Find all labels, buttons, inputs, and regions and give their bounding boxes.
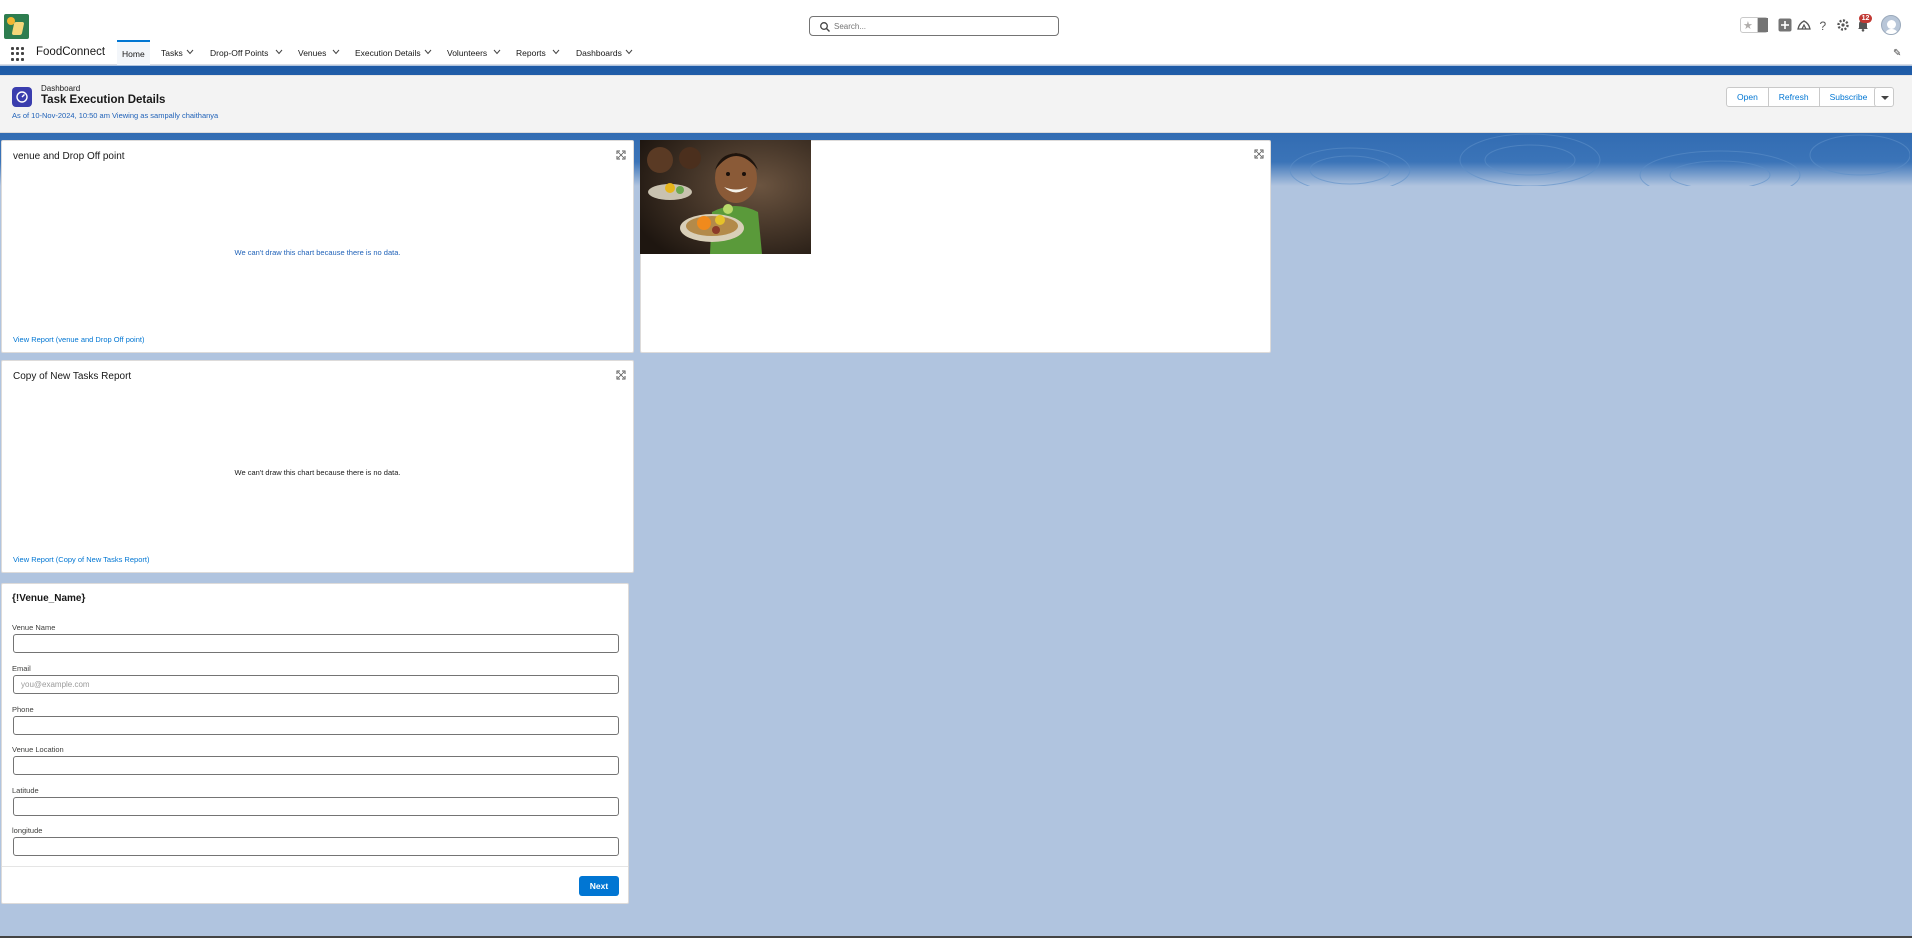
- dashboard-actions: Open Refresh Subscribe: [1726, 87, 1879, 107]
- widget-title: venue and Drop Off point: [13, 151, 125, 162]
- venue-name-field[interactable]: [13, 634, 619, 653]
- edit-nav-pencil-icon[interactable]: ✎: [1893, 48, 1901, 59]
- nav-item-label: Execution Details: [355, 47, 421, 58]
- favorites-group[interactable]: ★: [1740, 17, 1768, 33]
- phone-field[interactable]: [13, 716, 619, 735]
- global-header: ★ ? 12: [0, 0, 1912, 40]
- chevron-down-icon[interactable]: [552, 49, 560, 55]
- nav-item-tasks[interactable]: Tasks: [161, 40, 183, 65]
- nav-item-reports[interactable]: Reports: [516, 40, 546, 65]
- chart-widget-new-tasks: Copy of New Tasks Report We can't draw t…: [1, 360, 634, 573]
- favorites-dropdown-icon[interactable]: [1757, 18, 1768, 32]
- longitude-field[interactable]: [13, 837, 619, 856]
- smiling-child-with-food-plate-photo: [640, 140, 811, 254]
- venue-flow-form: {!Venue_Name} Venue Name Email Phone Ven…: [1, 583, 629, 904]
- expand-icon[interactable]: [616, 370, 626, 380]
- nav-item-label: Dashboards: [576, 47, 622, 58]
- form-footer-divider: [2, 866, 628, 867]
- dashboard-icon: [12, 87, 32, 107]
- app-launcher-icon[interactable]: [11, 47, 25, 61]
- add-icon[interactable]: [1777, 17, 1793, 33]
- chevron-down-icon[interactable]: [186, 49, 194, 55]
- notification-count-badge: 12: [1859, 14, 1872, 23]
- page-title: Task Execution Details: [41, 94, 166, 106]
- svg-text:?: ?: [1820, 19, 1827, 32]
- no-data-message: We can't draw this chart because there i…: [234, 248, 401, 257]
- view-report-link[interactable]: View Report (venue and Drop Off point): [13, 335, 144, 344]
- nav-item-home[interactable]: Home: [117, 40, 150, 65]
- expand-icon[interactable]: [1254, 149, 1264, 159]
- chart-widget-venue-drop-off: venue and Drop Off point We can't draw t…: [1, 140, 634, 353]
- nav-item-drop-off-points[interactable]: Drop-Off Points: [210, 40, 268, 65]
- chevron-down-icon[interactable]: [625, 49, 633, 55]
- venue-location-label: Venue Location: [12, 745, 64, 754]
- nav-item-dashboards[interactable]: Dashboards: [576, 40, 622, 65]
- nav-item-label: Reports: [516, 47, 546, 58]
- app-nav-bar: FoodConnect Home Tasks Drop-Off Points V…: [0, 40, 1912, 65]
- nav-item-label: Drop-Off Points: [210, 47, 269, 58]
- more-actions-dropdown[interactable]: [1874, 87, 1894, 107]
- no-data-message: We can't draw this chart because there i…: [234, 468, 401, 477]
- form-title: {!Venue_Name}: [12, 593, 86, 604]
- favorites-star-icon[interactable]: ★: [1743, 19, 1753, 32]
- email-label: Email: [12, 664, 31, 673]
- chevron-down-icon[interactable]: [493, 49, 501, 55]
- help-icon[interactable]: ?: [1815, 17, 1831, 33]
- venue-location-field[interactable]: [13, 756, 619, 775]
- user-avatar[interactable]: [1881, 15, 1901, 35]
- trailhead-icon[interactable]: [1796, 17, 1812, 33]
- view-report-link[interactable]: View Report (Copy of New Tasks Report): [13, 555, 149, 564]
- latitude-field[interactable]: [13, 797, 619, 816]
- refresh-button[interactable]: Refresh: [1768, 87, 1820, 107]
- widget-title: Copy of New Tasks Report: [13, 371, 132, 382]
- search-input[interactable]: [834, 19, 1054, 34]
- next-button[interactable]: Next: [579, 876, 619, 896]
- dashboard-type-label: Dashboard: [41, 84, 81, 93]
- nav-item-label: Venues: [298, 47, 327, 58]
- nav-item-label: Volunteers: [447, 47, 488, 58]
- email-field[interactable]: [13, 675, 619, 694]
- open-button[interactable]: Open: [1726, 87, 1769, 107]
- chevron-down-icon[interactable]: [332, 49, 340, 55]
- nav-item-venues[interactable]: Venues: [298, 40, 326, 65]
- nav-item-label: Tasks: [161, 47, 183, 58]
- dashboard-header: Dashboard Task Execution Details As of 1…: [0, 75, 1912, 133]
- latitude-label: Latitude: [12, 786, 39, 795]
- nav-item-volunteers[interactable]: Volunteers: [447, 40, 487, 65]
- chevron-down-icon[interactable]: [424, 49, 432, 55]
- setup-gear-icon[interactable]: [1835, 17, 1851, 33]
- dashboard-meta: As of 10-Nov-2024, 10:50 am Viewing as s…: [12, 111, 219, 120]
- nav-item-execution-details[interactable]: Execution Details: [355, 40, 421, 65]
- topographic-pattern: [1289, 133, 1910, 186]
- expand-icon[interactable]: [616, 150, 626, 160]
- subscribe-button[interactable]: Subscribe: [1819, 87, 1879, 107]
- global-search[interactable]: [809, 16, 1059, 36]
- app-name: FoodConnect: [36, 46, 106, 58]
- search-icon: [820, 22, 830, 32]
- longitude-label: longitude: [12, 826, 43, 835]
- foodconnect-logo[interactable]: [4, 14, 29, 39]
- chevron-down-icon[interactable]: [275, 49, 283, 55]
- venue-name-label: Venue Name: [12, 623, 56, 632]
- nav-item-label: Home: [122, 48, 145, 59]
- phone-label: Phone: [12, 705, 34, 714]
